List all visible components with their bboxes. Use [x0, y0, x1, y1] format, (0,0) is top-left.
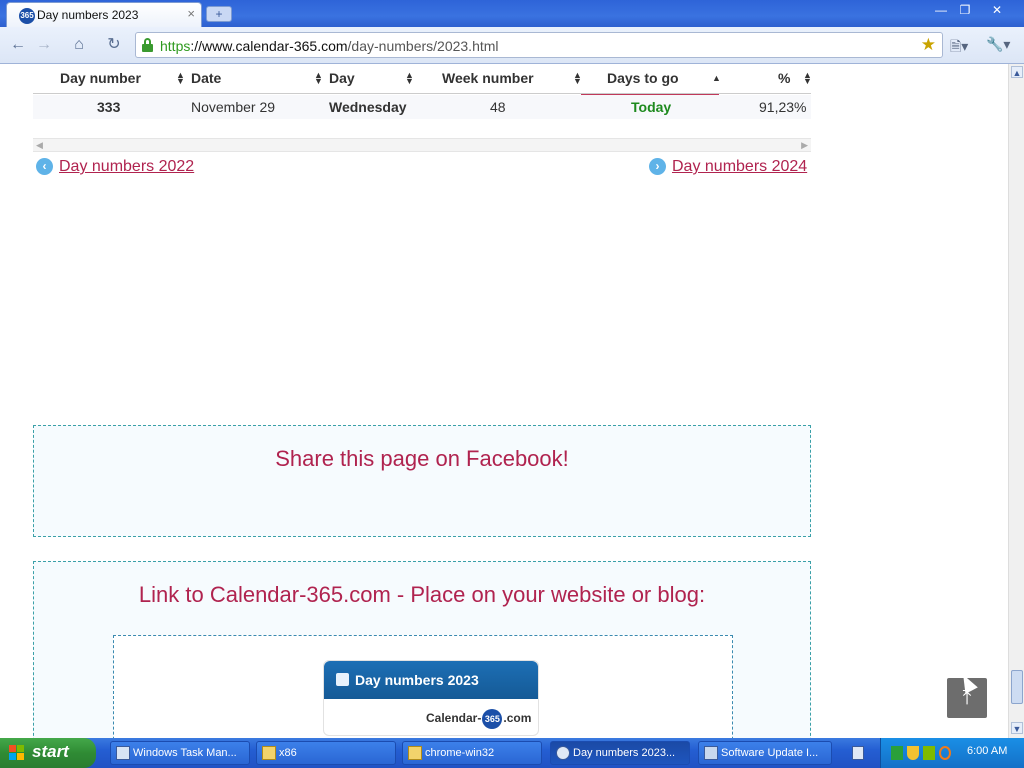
column-header-date[interactable]: Date	[191, 70, 221, 86]
browser-tab[interactable]: 365 Day numbers 2023 ×	[6, 2, 202, 27]
tab-title: Day numbers 2023	[37, 8, 139, 22]
embed-widget[interactable]: Day numbers 2023 Calendar- 365 .com	[323, 660, 539, 736]
tab-close-icon[interactable]: ×	[187, 6, 195, 21]
close-window-button[interactable]: ✕	[986, 2, 1008, 18]
link-heading: Link to Calendar-365.com - Place on your…	[138, 582, 706, 607]
column-header-percent[interactable]: %	[778, 70, 790, 86]
column-header-week-number[interactable]: Week number	[442, 70, 534, 86]
folder-icon	[262, 746, 276, 760]
back-button[interactable]: ←	[6, 33, 30, 57]
facebook-share-text[interactable]: Share this page on Facebook!	[34, 446, 810, 472]
system-tray: 6:00 AM	[880, 738, 1024, 768]
prev-arrow-icon[interactable]: ‹	[36, 158, 53, 175]
sort-icon[interactable]: ▲ ▼	[405, 71, 414, 86]
folder-icon	[408, 746, 422, 760]
scroll-down-icon[interactable]: ▼	[1011, 722, 1023, 734]
forward-button[interactable]: →	[32, 33, 56, 57]
table-header: Day number ▲ ▼ Date ▲ ▼ Day ▲ ▼ Week number…	[33, 64, 812, 94]
column-header-day-number[interactable]: Day number	[60, 70, 141, 86]
favicon-icon: 365	[19, 8, 35, 24]
reload-icon[interactable]: ↻	[102, 33, 126, 57]
sort-icon[interactable]: ▲ ▼	[176, 71, 185, 86]
minimize-button[interactable]: —	[930, 2, 952, 18]
windows-flag-icon	[9, 745, 25, 761]
clock: 6:00 AM	[967, 745, 1008, 757]
scroll-up-icon[interactable]: ▲	[1011, 66, 1023, 78]
taskbar-item-label: Windows Task Man...	[133, 747, 237, 759]
calendar-icon	[336, 673, 349, 686]
embed-widget-box: Day numbers 2023 Calendar- 365 .com	[113, 635, 733, 738]
column-header-days-to-go[interactable]: Days to go	[607, 70, 679, 86]
home-icon[interactable]: ⌂	[67, 33, 91, 57]
cell-days-to-go: Today	[631, 99, 672, 115]
network-icon[interactable]	[923, 746, 935, 760]
page-vertical-scrollbar[interactable]: ▲ ▼	[1008, 64, 1024, 738]
prev-year-link[interactable]: Day numbers 2022	[59, 158, 194, 176]
monitor-icon	[116, 746, 130, 760]
tray-app-icon[interactable]	[891, 746, 903, 760]
cell-week-number: 48	[490, 99, 506, 115]
link-to-site-box: Link to Calendar-365.com - Place on your…	[33, 561, 811, 738]
cell-date: November 29	[191, 99, 276, 115]
page-content: Day number ▲ ▼ Date ▲ ▼ Day ▲ ▼ Week number…	[0, 64, 1008, 738]
next-arrow-icon[interactable]: ›	[649, 158, 666, 175]
taskbar-item-task-manager[interactable]: Windows Task Man...	[110, 741, 250, 765]
url-text: https://www.calendar-365.com/day-numbers…	[160, 38, 499, 54]
taskbar-item-day-numbers[interactable]: Day numbers 2023...	[550, 741, 690, 765]
table-horizontal-scrollbar[interactable]: ◀ ▶	[33, 138, 811, 152]
sort-icon[interactable]: ▲ ▼	[573, 71, 582, 86]
lock-icon	[142, 38, 153, 52]
cell-day-number: 333	[97, 99, 121, 115]
taskbar-item-chrome-win32[interactable]: chrome-win32	[402, 741, 542, 765]
sort-icon[interactable]: ▲ ▼	[803, 71, 812, 86]
keyboard-icon[interactable]	[852, 746, 864, 760]
wrench-menu-icon[interactable]: 🔧▾	[986, 36, 1010, 53]
scrollbar-thumb[interactable]	[1011, 670, 1023, 704]
facebook-share-box: Share this page on Facebook!	[33, 425, 811, 537]
browser-toolbar: ← → ⌂ ↻ https://www.calendar-365.com/day…	[0, 27, 1024, 64]
shield-icon[interactable]	[907, 746, 919, 760]
taskbar-item-x86[interactable]: x86	[256, 741, 396, 765]
taskbar-item-label: Day numbers 2023...	[573, 747, 676, 759]
column-header-day[interactable]: Day	[329, 70, 355, 86]
taskbar-item-label: x86	[279, 747, 297, 759]
chrome-icon	[556, 746, 570, 760]
cell-day: Wednesday	[329, 99, 407, 115]
address-bar[interactable]: https://www.calendar-365.com/day-numbers…	[135, 32, 943, 58]
widget-title: Day numbers 2023	[355, 672, 479, 688]
widget-brand-logo: Calendar- 365 .com	[426, 709, 531, 729]
windows-taskbar: start Windows Task Man... x86 chrome-win…	[0, 738, 1024, 768]
sort-ascending-icon[interactable]: ▲	[712, 74, 721, 83]
bookmark-star-icon[interactable]: ★	[921, 35, 936, 55]
search-icon[interactable]	[939, 746, 951, 760]
start-button[interactable]: start	[0, 738, 96, 768]
scroll-left-icon[interactable]: ◀	[36, 140, 43, 151]
page-menu-icon[interactable]: 🗎▾	[950, 36, 968, 60]
new-tab-button[interactable]: +	[206, 6, 232, 22]
update-icon	[704, 746, 718, 760]
browser-title-bar: 365 Day numbers 2023 × + — ❐ ✕	[0, 0, 1024, 27]
widget-header: Day numbers 2023	[324, 661, 538, 699]
start-label: start	[32, 742, 69, 761]
scroll-right-icon[interactable]: ▶	[801, 140, 808, 151]
table-row: 333 November 29 Wednesday 48 Today 91,23…	[33, 95, 811, 119]
sort-icon[interactable]: ▲ ▼	[314, 71, 323, 86]
taskbar-item-software-update[interactable]: Software Update I...	[698, 741, 832, 765]
taskbar-item-label: Software Update I...	[721, 747, 819, 759]
next-year-link[interactable]: Day numbers 2024	[672, 158, 807, 176]
taskbar-item-label: chrome-win32	[425, 747, 495, 759]
cell-percent: 91,23%	[759, 99, 807, 115]
restore-button[interactable]: ❐	[954, 2, 976, 18]
